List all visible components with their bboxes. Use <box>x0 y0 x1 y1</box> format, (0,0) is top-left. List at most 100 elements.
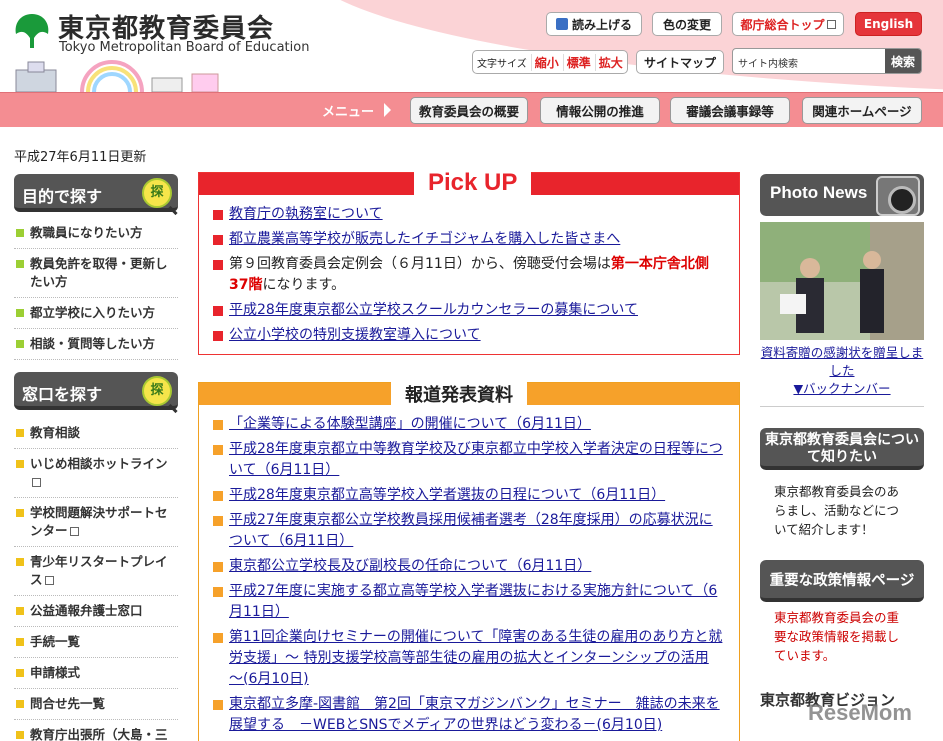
font-large-button[interactable]: 拡大 <box>594 53 623 71</box>
external-link-icon <box>32 478 41 487</box>
photo-caption-link[interactable]: 資料寄贈の感謝状を贈呈しました <box>761 345 924 378</box>
font-small-button[interactable]: 縮小 <box>530 53 559 71</box>
window-search-title: 窓口を探す <box>22 385 103 404</box>
pickup-list: 教育庁の執務室について 都立農業高等学校が販売したイチゴジャムを購入した皆さまへ… <box>213 203 725 349</box>
external-link-icon <box>69 527 79 536</box>
window-list: 教育相談 いじめ相談ホットライン 学校問題解決サポートセンター 青少年リスタート… <box>14 418 178 741</box>
read-aloud-button[interactable]: 読み上げる <box>546 12 642 36</box>
photo-news-image[interactable] <box>760 222 924 340</box>
press-item: 平成28年度東京都立中等教育学校及び東京都立中学校入学者決定の日程等について（6… <box>213 438 725 484</box>
press-item: 平成28年度東京都立高等学校入学者選抜の日程について（6月11日） <box>213 484 725 509</box>
list-item[interactable]: 申請様式 <box>14 658 178 689</box>
list-item[interactable]: 相談・質問等したい方 <box>14 329 178 360</box>
press-item: 平成27年度東京都公立学校教員採用候補者選考（28年度採用）の応募状況について（… <box>213 509 725 555</box>
list-item[interactable]: 都立学校に入りたい方 <box>14 298 178 329</box>
pickup-notice: 第９回教育委員会定例会（６月11日）から、傍聴受付会場は第一本庁舎北側37階にな… <box>213 253 725 299</box>
search-input[interactable]: サイト内検索 <box>738 55 798 70</box>
pickup-item: 教育庁の執務室について <box>213 203 725 228</box>
font-size-label: 文字サイズ <box>477 58 527 70</box>
site-subtitle: Tokyo Metropolitan Board of Education <box>59 40 310 55</box>
photo-news-heading: Photo News <box>760 174 924 216</box>
external-link-icon <box>826 19 836 29</box>
press-title: 報道発表資料 <box>391 381 527 407</box>
policy-info-text: 東京都教育委員会の重要な政策情報を掲載しています。 <box>774 610 900 663</box>
menu-arrow-icon <box>384 103 391 117</box>
sitemap-button[interactable]: サイトマップ <box>636 50 724 74</box>
color-change-button[interactable]: 色の変更 <box>652 12 722 36</box>
policy-info-button[interactable]: 重要な政策情報ページ <box>760 560 924 602</box>
list-item[interactable]: いじめ相談ホットライン <box>14 449 178 498</box>
tokyo-ginkgo-logo-icon[interactable] <box>12 10 52 50</box>
pickup-item: 平成28年度東京都公立学校スクールカウンセラーの募集について <box>213 299 725 324</box>
external-link-icon <box>44 576 54 585</box>
purpose-search-heading: 目的で探す 探 <box>14 174 178 212</box>
updated-date: 平成27年6月11日更新 <box>14 150 147 165</box>
menu-item-minutes[interactable]: 審議会議事録等 <box>670 97 790 124</box>
magnifier-icon: 探 <box>142 376 172 406</box>
list-item[interactable]: 問合せ先一覧 <box>14 689 178 720</box>
press-item: 平成27年度に実施する都立高等学校入学者選抜における実施方針について（6月11日… <box>213 580 725 626</box>
menu-item-disclosure[interactable]: 情報公開の推進 <box>540 97 660 124</box>
press-link[interactable]: 平成28年度東京都立高等学校入学者選抜の日程について（6月11日） <box>229 487 665 503</box>
pickup-link[interactable]: 平成28年度東京都公立学校スクールカウンセラーの募集について <box>229 302 638 318</box>
purpose-list: 教職員になりたい方 教員免許を取得・更新したい方 都立学校に入りたい方 相談・質… <box>14 218 178 360</box>
list-item[interactable]: 教職員になりたい方 <box>14 218 178 249</box>
press-list: 「企業等による体験型講座」の開催について（6月11日） 平成28年度東京都立中等… <box>213 413 725 739</box>
list-item[interactable]: 手続一覧 <box>14 627 178 658</box>
press-link[interactable]: 東京都公立学校長及び副校長の任命について（6月11日） <box>229 558 591 574</box>
press-link[interactable]: 平成28年度東京都立中等教育学校及び東京都立中学校入学者決定の日程等について（6… <box>229 441 723 478</box>
list-item[interactable]: 青少年リスタートプレイス <box>14 547 178 596</box>
pickup-header: Pick UP <box>199 169 739 197</box>
press-link[interactable]: 「企業等による体験型講座」の開催について（6月11日） <box>229 416 591 432</box>
menu-label: メニュー <box>322 105 375 120</box>
pickup-panel: Pick UP 教育庁の執務室について 都立農業高等学校が販売したイチゴジャムを… <box>198 169 740 355</box>
school-illustration-icon <box>15 60 219 92</box>
site-search[interactable]: サイト内検索 検索 <box>732 48 922 74</box>
notice-text: 第９回教育委員会定例会（６月11日）から、傍聴受付会場は <box>229 256 611 272</box>
english-button[interactable]: English <box>855 12 922 36</box>
pickup-title: Pick UP <box>414 169 532 197</box>
press-release-panel: 報道発表資料 「企業等による体験型講座」の開催について（6月11日） 平成28年… <box>198 381 740 741</box>
menu-item-related-sites[interactable]: 関連ホームページ <box>802 97 922 124</box>
list-item[interactable]: 公益通報弁護士窓口 <box>14 596 178 627</box>
font-standard-button[interactable]: 標準 <box>562 53 591 71</box>
list-item-label: いじめ相談ホットライン <box>30 456 168 471</box>
font-size-control: 文字サイズ 縮小 標準 拡大 <box>472 50 628 74</box>
tokyo-top-button[interactable]: 都庁総合トップ <box>732 12 844 36</box>
press-item: 第11回企業向けセミナーの開催について「障害のある生徒の雇用のあり方と就労支援」… <box>213 626 725 693</box>
photo-caption-block: 資料寄贈の感謝状を贈呈しました ▼バックナンバー <box>760 344 924 407</box>
speaker-icon <box>555 18 568 30</box>
purpose-search-title: 目的で探す <box>22 187 103 206</box>
pickup-link[interactable]: 公立小学校の特別支援教室導入について <box>229 327 481 343</box>
pickup-link[interactable]: 都立農業高等学校が販売したイチゴジャムを購入した皆さまへ <box>229 231 620 247</box>
press-link[interactable]: 平成27年度東京都公立学校教員採用候補者選考（28年度採用）の応募状況について（… <box>229 512 713 549</box>
press-link[interactable]: 第11回企業向けセミナーの開催について「障害のある生徒の雇用のあり方と就労支援」… <box>229 629 722 687</box>
magnifier-icon: 探 <box>142 178 172 208</box>
press-item: 東京都立多摩-図書館 第2回「東京マガジンバンク」セミナー 雑誌の未来を展望する… <box>213 693 725 739</box>
pickup-item: 公立小学校の特別支援教室導入について <box>213 324 725 349</box>
menu-item-overview[interactable]: 教育委員会の概要 <box>410 97 528 124</box>
pickup-item: 都立農業高等学校が販売したイチゴジャムを購入した皆さまへ <box>213 228 725 253</box>
list-item[interactable]: 教育庁出張所（大島・三宅・八丈） <box>14 720 178 741</box>
global-menu-bar: メニュー 教育委員会の概要 情報公開の推進 審議会議事録等 関連ホームページ <box>0 92 943 127</box>
press-item: 東京都公立学校長及び副校長の任命について（6月11日） <box>213 555 725 580</box>
resemom-watermark: ReseMom <box>808 700 912 725</box>
photo-scene-icon <box>760 222 924 340</box>
notice-text-end: になります。 <box>262 277 346 293</box>
list-item[interactable]: 教員免許を取得・更新したい方 <box>14 249 178 298</box>
window-search-heading: 窓口を探す 探 <box>14 372 178 410</box>
pickup-link[interactable]: 教育庁の執務室について <box>229 206 383 222</box>
back-number-link[interactable]: ▼バックナンバー <box>793 381 890 396</box>
search-button[interactable]: 検索 <box>885 49 921 73</box>
press-header: 報道発表資料 <box>199 381 739 407</box>
list-item[interactable]: 教育相談 <box>14 418 178 449</box>
press-link[interactable]: 東京都立多摩-図書館 第2回「東京マガジンバンク」セミナー 雑誌の未来を展望する… <box>229 696 720 733</box>
tokyo-top-label: 都庁総合トップ <box>740 17 825 32</box>
camera-icon <box>876 176 920 216</box>
list-item-label: 学校問題解決サポートセンター <box>30 505 168 538</box>
read-aloud-label: 読み上げる <box>571 17 632 32</box>
photo-news-title: Photo News <box>770 183 868 202</box>
list-item[interactable]: 学校問題解決サポートセンター <box>14 498 178 547</box>
press-link[interactable]: 平成27年度に実施する都立高等学校入学者選抜における実施方針について（6月11日… <box>229 583 717 620</box>
about-board-button[interactable]: 東京都教育委員会について知りたい <box>760 428 924 470</box>
